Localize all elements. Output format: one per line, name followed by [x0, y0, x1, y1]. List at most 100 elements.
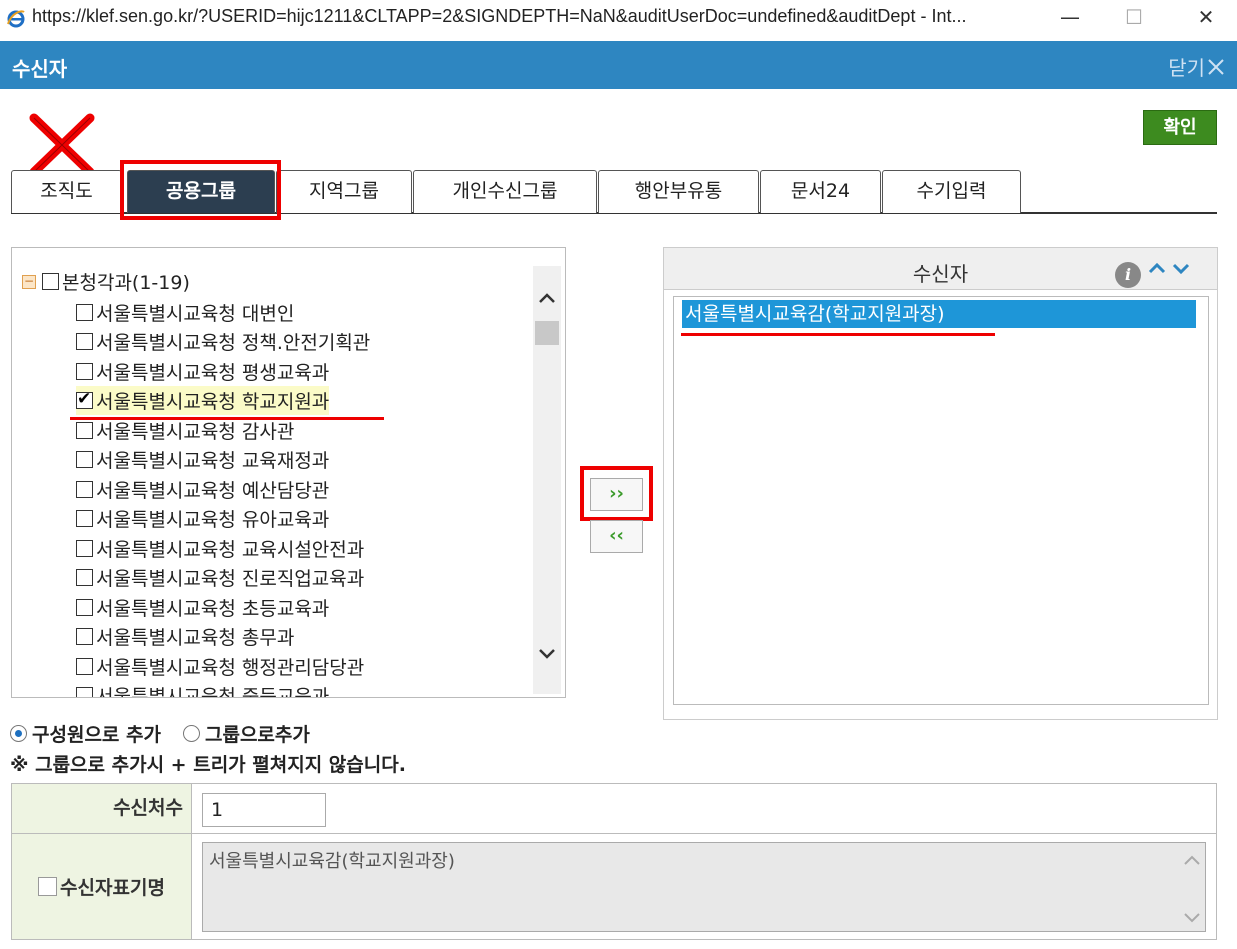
tree-item-label: 서울특별시교육청 예산담당관: [96, 480, 330, 502]
tree-item-selected[interactable]: 서울특별시교육청 학교지원과: [76, 386, 330, 415]
tree-item[interactable]: 서울특별시교육청 평생교육과: [76, 357, 329, 386]
tree-item[interactable]: 서울특별시교육청 초등교육과: [76, 593, 329, 622]
checkbox[interactable]: [76, 422, 93, 439]
maximize-button[interactable]: ☐: [1104, 0, 1164, 36]
recipient-form: 수신처수 1 수신자표기명 서울특별시교육감(학교지원과장): [11, 783, 1217, 940]
window-url-title: https://klef.sen.go.kr/?USERID=hijc1211&…: [32, 6, 967, 26]
tree-item[interactable]: 서울특별시교육청 유아교육과: [76, 504, 329, 533]
form-row-count: 수신처수 1: [12, 784, 1216, 834]
tab-org-chart[interactable]: 조직도: [11, 170, 122, 213]
scroll-down-icon[interactable]: [533, 642, 561, 670]
collapse-icon[interactable]: −: [22, 274, 36, 289]
checkbox[interactable]: [76, 451, 93, 468]
tree-item-label: 서울특별시교육청 교육시설안전과: [96, 539, 365, 561]
minimize-button[interactable]: —: [1040, 0, 1100, 36]
tree-item-label: 서울특별시교육청 총무과: [96, 627, 295, 649]
remove-recipient-button[interactable]: ‹‹: [590, 520, 643, 553]
move-up-icon[interactable]: [1147, 260, 1167, 276]
radio-group-add[interactable]: [182, 725, 200, 742]
radio-group-label: 그룹으로추가: [204, 724, 310, 746]
count-label: 수신처수: [12, 784, 192, 833]
tree-panel: − 본청각과(1-19) 서울특별시교육청 대변인 서울특별시교육청 정책.안전…: [11, 247, 566, 698]
dialog-close-button[interactable]: 닫기: [1168, 52, 1225, 81]
tree-item[interactable]: 서울특별시교육청 예산담당관: [76, 475, 329, 504]
tree-item[interactable]: 서울특별시교육청 교육재정과: [76, 445, 329, 474]
annotation-underline: [681, 333, 995, 336]
annotation-underline: [70, 417, 384, 420]
tab-manual-input[interactable]: 수기입력: [882, 170, 1021, 213]
checkbox[interactable]: [76, 363, 93, 380]
tree-item-label: 서울특별시교육청 유아교육과: [96, 509, 330, 531]
tree-item[interactable]: 서울특별시교육청 행정관리담당관: [76, 652, 364, 681]
move-down-icon[interactable]: [1171, 260, 1191, 276]
info-icon[interactable]: i: [1115, 262, 1141, 288]
highlight-box-tab: [120, 160, 281, 220]
tree-item-label: 서울특별시교육청 정책.안전기획관: [96, 332, 371, 354]
window-close-button[interactable]: ✕: [1176, 0, 1236, 36]
tree-item[interactable]: 서울특별시교육청 진로직업교육과: [76, 563, 364, 592]
tree-item-label: 서울특별시교육청 감사관: [96, 421, 295, 443]
tree-item-label: 서울특별시교육청 중등교육과: [96, 686, 330, 697]
recipient-list: 서울특별시교육감(학교지원과장): [673, 296, 1209, 705]
checkbox[interactable]: [76, 658, 93, 675]
scroll-down-icon[interactable]: [1181, 911, 1203, 925]
checkbox-checked[interactable]: [76, 389, 93, 409]
radio-member-label: 구성원으로 추가: [32, 724, 161, 746]
tree-item[interactable]: 서울특별시교육청 대변인: [76, 298, 294, 327]
red-x-mark-icon: [29, 113, 95, 177]
confirm-button[interactable]: 확인: [1143, 110, 1217, 145]
dialog-title: 수신자: [12, 57, 68, 81]
tree-item-label: 서울특별시교육청 초등교육과: [96, 598, 330, 620]
checkbox[interactable]: [76, 687, 93, 697]
tab-region-group[interactable]: 지역그룹: [276, 170, 412, 213]
tree-item-label: 서울특별시교육청 교육재정과: [96, 450, 330, 472]
tree-root-label: 본청각과(1-19): [62, 272, 190, 294]
recipient-panel-header: 수신자 i: [664, 248, 1217, 290]
radio-member-add[interactable]: [10, 725, 27, 742]
tree-item-label: 서울특별시교육청 학교지원과: [96, 391, 330, 413]
tree-item-label: 서울특별시교육청 진로직업교육과: [96, 568, 365, 590]
display-name-label-cell: 수신자표기명: [12, 834, 192, 939]
tree-scroll-area: − 본청각과(1-19) 서울특별시교육청 대변인 서울특별시교육청 정책.안전…: [12, 248, 534, 697]
checkbox[interactable]: [76, 333, 93, 350]
highlight-box-add: [580, 466, 653, 521]
tree-item[interactable]: 서울특별시교육청 정책.안전기획관: [76, 327, 370, 356]
tab-mois-distribution[interactable]: 행안부유통: [598, 170, 759, 213]
group-add-note: ※ 그룹으로 추가시 + 트리가 펼쳐지지 않습니다.: [10, 754, 406, 776]
tab-personal-group[interactable]: 개인수신그룹: [413, 170, 597, 213]
add-mode-options: 구성원으로 추가 그룹으로추가: [10, 720, 310, 747]
tree-item[interactable]: 서울특별시교육청 중등교육과: [76, 681, 329, 697]
tab-document24[interactable]: 문서24: [760, 170, 881, 213]
tree-scrollbar[interactable]: [533, 266, 561, 694]
close-icon: [1208, 58, 1224, 75]
tree-item[interactable]: 서울특별시교육청 감사관: [76, 416, 294, 445]
tree-item-label: 서울특별시교육청 대변인: [96, 303, 295, 325]
scroll-up-icon[interactable]: [533, 286, 561, 314]
count-input[interactable]: 1: [202, 793, 326, 827]
checkbox[interactable]: [76, 599, 93, 616]
display-name-checkbox[interactable]: [38, 877, 58, 896]
display-name-label: 수신자표기명: [60, 877, 165, 899]
window-titlebar: https://klef.sen.go.kr/?USERID=hijc1211&…: [0, 0, 1237, 36]
checkbox[interactable]: [42, 273, 59, 290]
scroll-up-icon[interactable]: [1181, 853, 1203, 867]
display-name-textarea[interactable]: 서울특별시교육감(학교지원과장): [202, 842, 1206, 932]
ie-icon: [7, 10, 25, 28]
tree-item-label: 서울특별시교육청 평생교육과: [96, 362, 330, 384]
checkbox[interactable]: [76, 540, 93, 557]
checkbox[interactable]: [76, 569, 93, 586]
dialog-close-label: 닫기: [1168, 56, 1205, 80]
recipient-item-selected[interactable]: 서울특별시교육감(학교지원과장): [682, 300, 1196, 328]
tree-item[interactable]: 서울특별시교육청 총무과: [76, 622, 294, 651]
checkbox[interactable]: [76, 628, 93, 645]
tree-root-node[interactable]: − 본청각과(1-19): [22, 268, 190, 295]
checkbox[interactable]: [76, 510, 93, 527]
recipient-panel: 수신자 i 서울특별시교육감(학교지원과장): [663, 247, 1218, 720]
checkbox[interactable]: [76, 481, 93, 498]
textarea-scrollbar[interactable]: [1181, 845, 1203, 929]
tree-item-label: 서울특별시교육청 행정관리담당관: [96, 657, 365, 679]
checkbox[interactable]: [76, 304, 93, 321]
tree-item[interactable]: 서울특별시교육청 교육시설안전과: [76, 534, 364, 563]
dialog-header: 수신자 닫기: [0, 41, 1237, 89]
scrollbar-thumb[interactable]: [535, 321, 559, 345]
